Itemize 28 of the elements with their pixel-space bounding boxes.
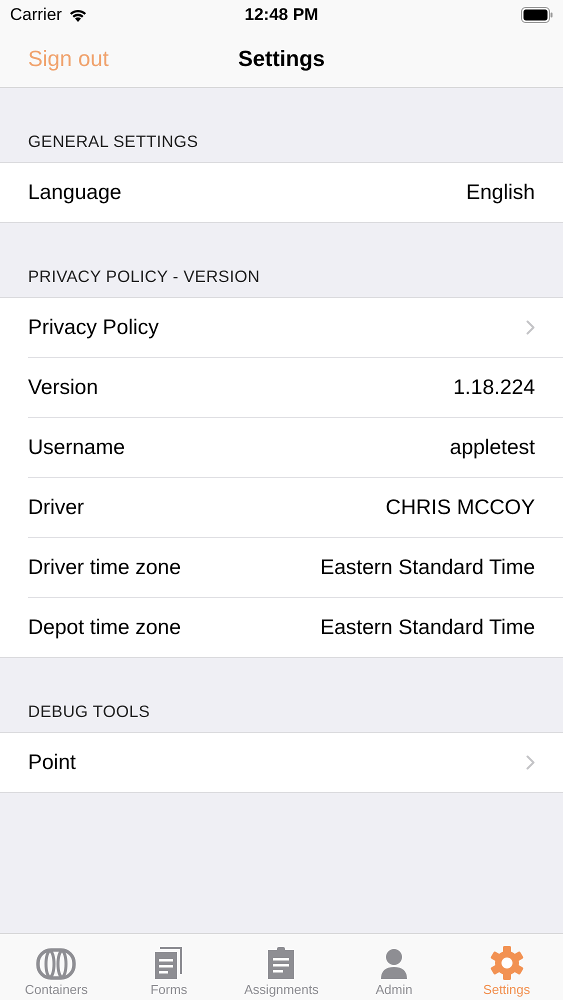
chevron-icon: [526, 755, 535, 770]
navigation-title: Settings: [238, 46, 325, 72]
clock: 12:48 PM: [244, 5, 318, 25]
tab[interactable]: Settings: [450, 934, 563, 1000]
battery-icon: [521, 7, 553, 23]
settings-row: Driver CHRIS MCCOY: [28, 477, 563, 537]
wifi-icon: [68, 8, 88, 22]
documents-icon: [152, 946, 185, 980]
navigation-row[interactable]: Privacy Policy: [28, 298, 563, 357]
settings-row: Version 1.18.224: [28, 357, 563, 417]
tab[interactable]: Admin: [338, 934, 450, 1000]
tab[interactable]: Forms: [112, 934, 226, 1000]
barrel-icon: [36, 948, 76, 980]
tab[interactable]: Assignments: [225, 934, 338, 1000]
sign-out-button[interactable]: Sign out: [0, 46, 109, 72]
gear-icon: [490, 946, 524, 980]
settings-row-text: Language English: [28, 180, 536, 206]
settings-row: Username appletest: [28, 417, 563, 477]
tab[interactable]: Containers: [0, 934, 113, 1000]
settings-row: Driver time zone Eastern Standard Time: [28, 537, 563, 597]
clipboard-icon: [267, 946, 296, 980]
section-header: PRIVACY POLICY - VERSION: [28, 268, 260, 286]
section-header: DEBUG TOOLS: [28, 703, 150, 721]
section-header: GENERAL SETTINGS: [28, 133, 198, 151]
carrier-label: Carrier: [10, 5, 62, 25]
chevron-icon: [526, 320, 535, 335]
person-icon: [380, 948, 408, 980]
settings-row: Depot time zone Eastern Standard Time: [28, 597, 563, 657]
